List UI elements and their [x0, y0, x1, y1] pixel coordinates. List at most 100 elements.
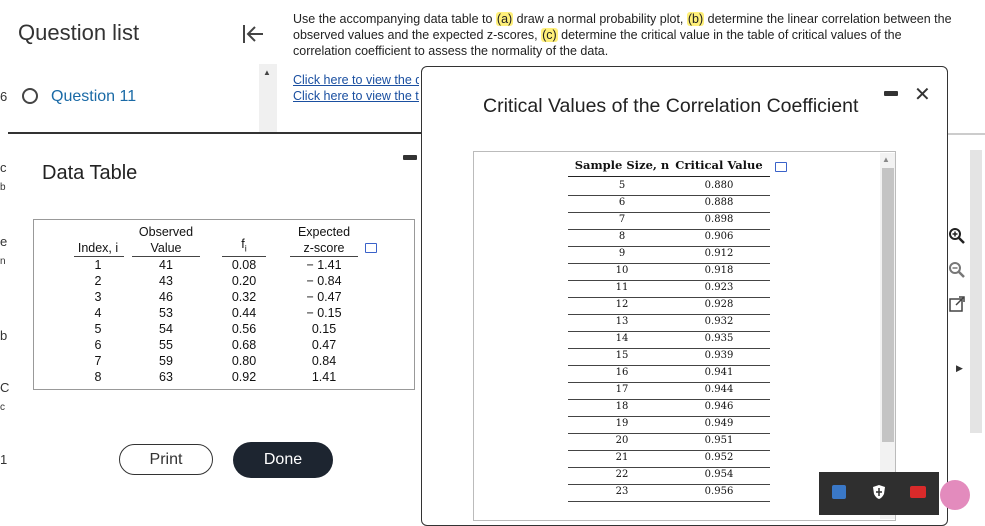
table-cell: 0.15 [311, 322, 337, 336]
header-rule [568, 176, 770, 177]
toolbar-divider [948, 133, 985, 135]
sample-size-cell: 15 [615, 350, 629, 361]
table-cell: 0.47 [311, 338, 337, 352]
sample-size-cell: 19 [615, 418, 629, 429]
table-cell: 53 [159, 306, 173, 320]
table-cell: 0.84 [311, 354, 337, 368]
question-instructions: Use the accompanying data table to (a) d… [293, 11, 963, 59]
row-rule [568, 246, 770, 247]
question-item-label[interactable]: Question 11 [51, 88, 136, 106]
row-rule [568, 314, 770, 315]
instruction-text: Use the accompanying data table to [293, 12, 496, 26]
app-icon[interactable] [832, 485, 846, 499]
table-cell: − 0.47 [306, 290, 342, 304]
critical-value-cell: 0.906 [704, 231, 734, 242]
sample-size-cell: 23 [615, 486, 629, 497]
scroll-up-icon[interactable]: ▲ [263, 68, 271, 77]
scroll-thumb[interactable] [882, 168, 894, 442]
critical-value-cell: 0.956 [704, 486, 734, 497]
table-cell: 3 [94, 290, 102, 304]
row-rule [568, 501, 770, 502]
sample-size-cell: 16 [615, 367, 629, 378]
data-table-link[interactable]: Click here to view the data table. [293, 73, 419, 87]
header-f-subscript: i [244, 243, 247, 254]
sample-size-cell: 21 [615, 452, 629, 463]
column-header-expected: Expected z-score [290, 224, 358, 256]
critical-value-cell: 0.941 [704, 367, 734, 378]
edge-fragment: b [0, 328, 8, 343]
critical-value-cell: 0.951 [704, 435, 734, 446]
row-rule [568, 365, 770, 366]
critical-value-cell: 0.954 [704, 469, 734, 480]
critical-values-title: Critical Values of the Correlation Coeff… [483, 95, 859, 117]
critical-value-cell: 0.898 [704, 214, 734, 225]
sample-size-cell: 12 [615, 299, 629, 310]
table-cell: 0.20 [231, 274, 257, 288]
minimize-icon[interactable] [884, 91, 898, 96]
copy-icon[interactable] [775, 162, 787, 172]
row-rule [568, 382, 770, 383]
table-cell: 41 [159, 258, 173, 272]
scroll-up-icon[interactable]: ▲ [882, 155, 890, 164]
table-cell: 43 [159, 274, 173, 288]
page-scrollbar[interactable] [970, 150, 982, 433]
sample-size-cell: 13 [615, 316, 629, 327]
header-line: Observed [138, 225, 194, 239]
table-cell: 59 [159, 354, 173, 368]
table-cell: 46 [159, 290, 173, 304]
table-cell: 0.56 [231, 322, 257, 336]
edge-fragment: 1 [0, 452, 8, 467]
header-line: z-score [303, 241, 345, 255]
part-marker: (c) [541, 28, 558, 42]
row-rule [568, 416, 770, 417]
critical-value-cell: 0.949 [704, 418, 734, 429]
shield-icon[interactable] [871, 484, 887, 500]
collapse-left-icon[interactable] [241, 22, 265, 46]
sample-size-cell: 6 [618, 197, 626, 208]
copy-icon[interactable] [365, 243, 377, 253]
table-cell: 1 [94, 258, 102, 272]
question-radio[interactable] [22, 88, 38, 104]
column-header-index: Index, i [77, 241, 119, 255]
table-cell: 0.92 [231, 370, 257, 384]
row-rule [568, 484, 770, 485]
sample-size-cell: 20 [615, 435, 629, 446]
popout-icon[interactable] [948, 295, 966, 313]
done-button[interactable]: Done [233, 442, 333, 478]
table-cell: 63 [159, 370, 173, 384]
edge-fragment: 6 [0, 89, 8, 104]
table-cell: 55 [159, 338, 173, 352]
critical-values-link[interactable]: Click here to view the table of critical… [293, 89, 419, 103]
zoom-in-icon[interactable] [948, 227, 966, 245]
row-rule [568, 280, 770, 281]
edge-fragment: e [0, 234, 8, 249]
sample-size-cell: 8 [618, 231, 626, 242]
sample-size-cell: 22 [615, 469, 629, 480]
close-icon[interactable]: ✕ [914, 82, 931, 107]
column-header-observed: Observed Value [132, 224, 200, 256]
avatar[interactable] [940, 480, 970, 510]
critical-value-cell: 0.946 [704, 401, 734, 412]
record-icon[interactable] [910, 486, 926, 498]
expand-right-icon[interactable]: ▶ [956, 363, 963, 374]
row-rule [568, 348, 770, 349]
table-cell: 8 [94, 370, 102, 384]
minimize-icon[interactable] [403, 155, 417, 160]
sample-size-cell: 10 [615, 265, 629, 276]
table-cell: − 0.15 [306, 306, 342, 320]
print-button[interactable]: Print [119, 444, 213, 475]
zoom-out-icon[interactable] [948, 261, 966, 279]
header-line: Expected [297, 225, 351, 239]
table-cell: 1.41 [311, 370, 337, 384]
critical-value-cell: 0.952 [704, 452, 734, 463]
edge-fragment: n [0, 256, 6, 267]
table-cell: − 0.84 [306, 274, 342, 288]
table-cell: 0.32 [231, 290, 257, 304]
table-cell: 2 [94, 274, 102, 288]
table-cell: 6 [94, 338, 102, 352]
sample-size-cell: 5 [618, 180, 626, 191]
part-marker: (a) [495, 12, 514, 26]
critical-value-cell: 0.935 [704, 333, 734, 344]
row-rule [568, 297, 770, 298]
table-cell: 0.44 [231, 306, 257, 320]
